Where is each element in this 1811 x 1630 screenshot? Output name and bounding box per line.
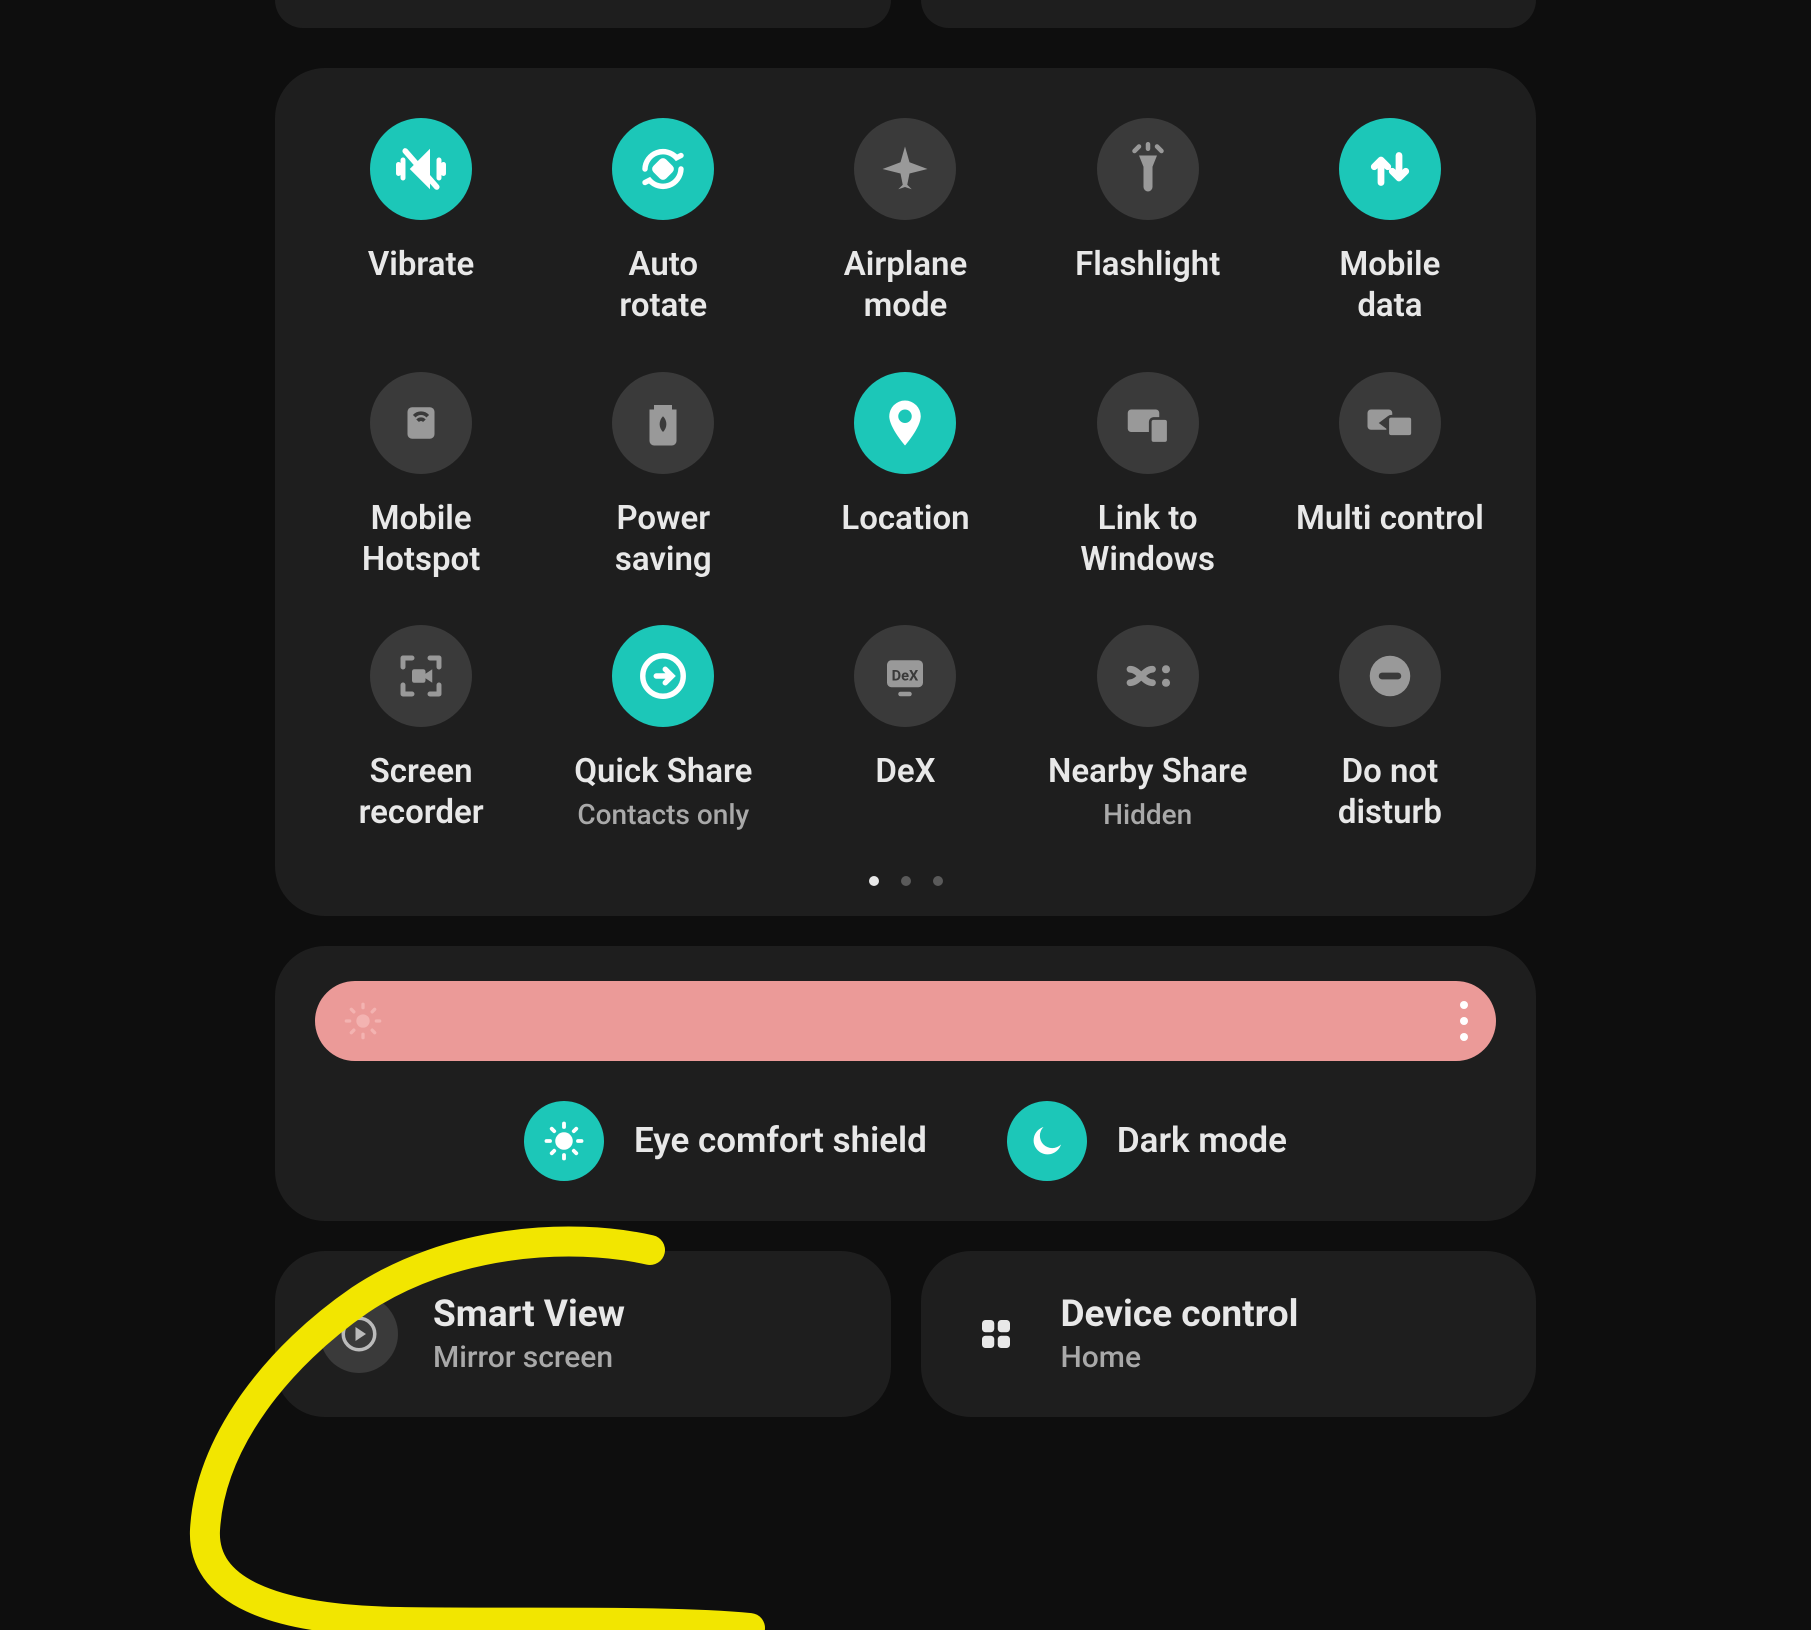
hotspot-icon <box>370 372 472 474</box>
card-title: Device control <box>1061 1293 1299 1336</box>
power-saving-icon <box>612 372 714 474</box>
tile-quick-share[interactable]: Quick Share Contacts only <box>547 625 779 834</box>
tile-label: Quick Share <box>574 751 752 792</box>
quick-settings-root: Vibrate Auto rotate Airplane mode Flashl… <box>0 0 1811 1417</box>
tile-vibrate[interactable]: Vibrate <box>305 118 537 327</box>
dark-mode-icon <box>1007 1101 1087 1181</box>
tile-grid: Vibrate Auto rotate Airplane mode Flashl… <box>305 118 1506 834</box>
card-title: Smart View <box>433 1293 625 1336</box>
multi-control-icon <box>1339 372 1441 474</box>
card-text: Device control Home <box>1061 1293 1299 1375</box>
bottom-cards-row: Smart View Mirror screen Device control … <box>275 1251 1536 1417</box>
screen-recorder-icon <box>370 625 472 727</box>
svg-text:DeX: DeX <box>892 667 919 685</box>
page-indicator <box>305 876 1506 886</box>
quick-share-icon <box>612 625 714 727</box>
tile-label: Mobile data <box>1339 244 1440 327</box>
brightness-panel: Eye comfort shield Dark mode <box>275 946 1536 1221</box>
card-sub: Mirror screen <box>433 1340 625 1375</box>
brightness-slider[interactable] <box>315 981 1496 1061</box>
toggle-label: Eye comfort shield <box>634 1120 927 1161</box>
eye-comfort-icon <box>524 1101 604 1181</box>
card-device-control[interactable]: Device control Home <box>921 1251 1537 1417</box>
nearby-share-icon <box>1097 625 1199 727</box>
page-dot-3[interactable] <box>933 876 943 886</box>
tile-nearby-share[interactable]: Nearby Share Hidden <box>1032 625 1264 834</box>
tile-multi-control[interactable]: Multi control <box>1274 372 1506 581</box>
tile-mobile-hotspot[interactable]: Mobile Hotspot <box>305 372 537 581</box>
tile-label: Mobile Hotspot <box>362 498 480 581</box>
tile-label: DeX <box>875 751 935 792</box>
tile-label: Do not disturb <box>1338 751 1442 834</box>
flashlight-icon <box>1097 118 1199 220</box>
tile-dex[interactable]: DeX DeX <box>789 625 1021 834</box>
toggle-eye-comfort[interactable]: Eye comfort shield <box>524 1101 927 1181</box>
location-icon <box>854 372 956 474</box>
tile-sublabel: Hidden <box>1103 798 1192 831</box>
tile-airplane-mode[interactable]: Airplane mode <box>789 118 1021 327</box>
panel-stub-right <box>921 0 1537 28</box>
panel-stub-left <box>275 0 891 28</box>
device-control-icon <box>966 1304 1026 1364</box>
tile-power-saving[interactable]: Power saving <box>547 372 779 581</box>
tile-label: Nearby Share <box>1048 751 1247 792</box>
tile-label: Auto rotate <box>619 244 707 327</box>
brightness-sun-icon <box>343 1001 383 1041</box>
tile-auto-rotate[interactable]: Auto rotate <box>547 118 779 327</box>
auto-rotate-icon <box>612 118 714 220</box>
tile-mobile-data[interactable]: Mobile data <box>1274 118 1506 327</box>
mobile-data-icon <box>1339 118 1441 220</box>
tile-screen-recorder[interactable]: Screen recorder <box>305 625 537 834</box>
card-sub: Home <box>1061 1340 1299 1375</box>
tile-do-not-disturb[interactable]: Do not disturb <box>1274 625 1506 834</box>
toggle-dark-mode[interactable]: Dark mode <box>1007 1101 1287 1181</box>
quick-settings-tiles-panel: Vibrate Auto rotate Airplane mode Flashl… <box>275 68 1536 916</box>
page-dot-2[interactable] <box>901 876 911 886</box>
card-smart-view[interactable]: Smart View Mirror screen <box>275 1251 891 1417</box>
tile-label: Vibrate <box>368 244 474 285</box>
tile-flashlight[interactable]: Flashlight <box>1032 118 1264 327</box>
vibrate-icon <box>370 118 472 220</box>
display-toggles-row: Eye comfort shield Dark mode <box>315 1101 1496 1181</box>
tile-label: Screen recorder <box>359 751 484 834</box>
tile-label: Power saving <box>615 498 712 581</box>
panel-stub-row <box>275 0 1536 28</box>
tile-label: Flashlight <box>1075 244 1220 285</box>
tile-label: Location <box>841 498 969 539</box>
link-to-windows-icon <box>1097 372 1199 474</box>
tile-sublabel: Contacts only <box>577 798 749 831</box>
brightness-menu-icon[interactable] <box>1460 1001 1468 1041</box>
card-text: Smart View Mirror screen <box>433 1293 625 1375</box>
airplane-icon <box>854 118 956 220</box>
smart-view-icon <box>320 1295 398 1373</box>
toggle-label: Dark mode <box>1117 1120 1287 1161</box>
dex-icon: DeX <box>854 625 956 727</box>
page-dot-1[interactable] <box>869 876 879 886</box>
tile-location[interactable]: Location <box>789 372 1021 581</box>
do-not-disturb-icon <box>1339 625 1441 727</box>
tile-label: Multi control <box>1296 498 1484 539</box>
tile-label: Link to Windows <box>1080 498 1215 581</box>
tile-link-to-windows[interactable]: Link to Windows <box>1032 372 1264 581</box>
tile-label: Airplane mode <box>844 244 968 327</box>
